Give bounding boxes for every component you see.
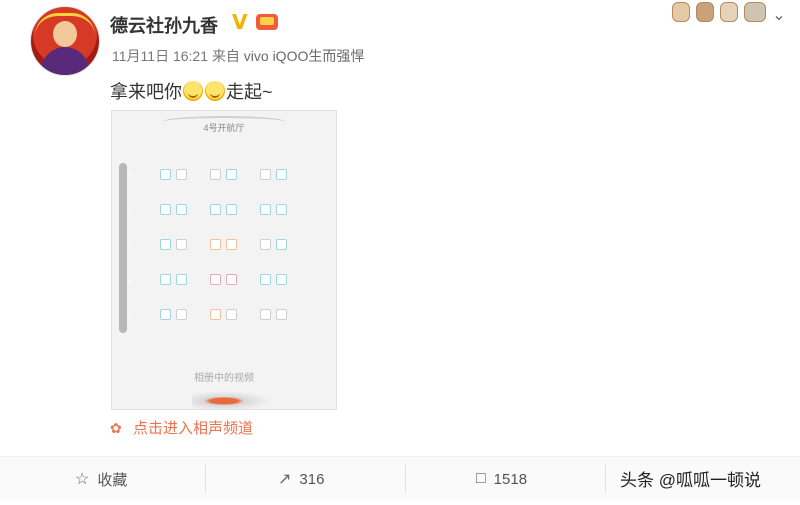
seat — [260, 239, 271, 250]
repost-count: 316 — [299, 470, 325, 488]
avatar[interactable] — [30, 6, 100, 76]
favorite-button[interactable]: ☆ 收藏 — [75, 457, 127, 501]
seat — [210, 274, 221, 285]
seat — [226, 309, 237, 320]
seat — [226, 204, 237, 215]
brand-watermark: 头条 @呱呱一顿说 — [620, 471, 761, 490]
seat — [226, 274, 237, 285]
seat — [260, 274, 271, 285]
chevron-down-icon[interactable]: ⌄ — [768, 4, 790, 26]
seat — [160, 169, 171, 180]
post-image[interactable]: 4号开航厅 1 2 3 4 5 相册中的视频 — [111, 110, 337, 410]
seat — [276, 309, 287, 320]
seat — [260, 204, 271, 215]
post-date[interactable]: 11月11日 16:21 — [112, 48, 208, 64]
divider — [405, 465, 406, 493]
source-prefix: 来自 — [211, 48, 240, 64]
seat — [260, 309, 271, 320]
comment-button[interactable]: □ 1518 — [476, 457, 527, 501]
seat — [276, 169, 287, 180]
avatar-face — [53, 21, 77, 47]
post-source[interactable]: vivo iQOO生而强悍 — [244, 48, 365, 64]
seat — [160, 239, 171, 250]
seat — [226, 239, 237, 250]
seat — [160, 309, 171, 320]
row-number: 3 — [128, 243, 132, 250]
divider — [205, 465, 206, 493]
verified-badge-icon: V — [232, 10, 248, 34]
grin-emoji-icon — [205, 81, 225, 101]
seat — [176, 274, 187, 285]
seat — [276, 239, 287, 250]
crown-icon — [256, 14, 278, 30]
row-number: 4 — [128, 279, 132, 286]
post-meta: 11月11日 16:21 来自 vivo iQOO生而强悍 — [112, 46, 364, 66]
seat — [260, 169, 271, 180]
seat — [210, 204, 221, 215]
image-watermark: 相册中的视频 — [194, 373, 254, 384]
seat — [210, 309, 221, 320]
hall-title: 4号开航厅 — [203, 123, 245, 133]
flower-link-icon: ✿ — [110, 419, 122, 436]
repost-button[interactable]: ↗ 316 — [278, 457, 324, 501]
repost-icon: ↗ — [278, 471, 292, 488]
favorite-label: 收藏 — [97, 471, 128, 489]
seat — [160, 204, 171, 215]
divider — [605, 465, 606, 493]
seat — [176, 204, 187, 215]
seat — [176, 239, 187, 250]
seat — [176, 309, 187, 320]
comment-icon: □ — [476, 470, 486, 487]
post-text: 拿来吧你 走起~ — [110, 78, 273, 104]
video-channel-link[interactable]: ✿ 点击进入相声频道 — [110, 417, 253, 438]
seat — [210, 169, 221, 180]
row-number: 2 — [128, 207, 132, 214]
comment-count: 1518 — [493, 470, 528, 488]
row-number: 1 — [128, 171, 132, 178]
post-text-part1: 拿来吧你 — [110, 82, 182, 102]
seat — [160, 274, 171, 285]
avatar-robe — [41, 47, 89, 75]
video-link-label: 点击进入相声频道 — [133, 420, 254, 437]
star-icon: ☆ — [75, 471, 90, 488]
seat — [176, 169, 187, 180]
seat — [226, 169, 237, 180]
corner-sticker-icon — [668, 0, 768, 26]
image-bottom-decoration — [192, 391, 272, 409]
row-number: 5 — [128, 315, 132, 322]
seat — [276, 274, 287, 285]
post-text-part2: 走起~ — [226, 82, 273, 102]
grin-emoji-icon — [183, 81, 203, 101]
row-indicator: 1 2 3 4 5 — [119, 163, 132, 333]
username[interactable]: 德云社孙九香 — [110, 12, 218, 38]
seat — [276, 204, 287, 215]
seat — [210, 239, 221, 250]
